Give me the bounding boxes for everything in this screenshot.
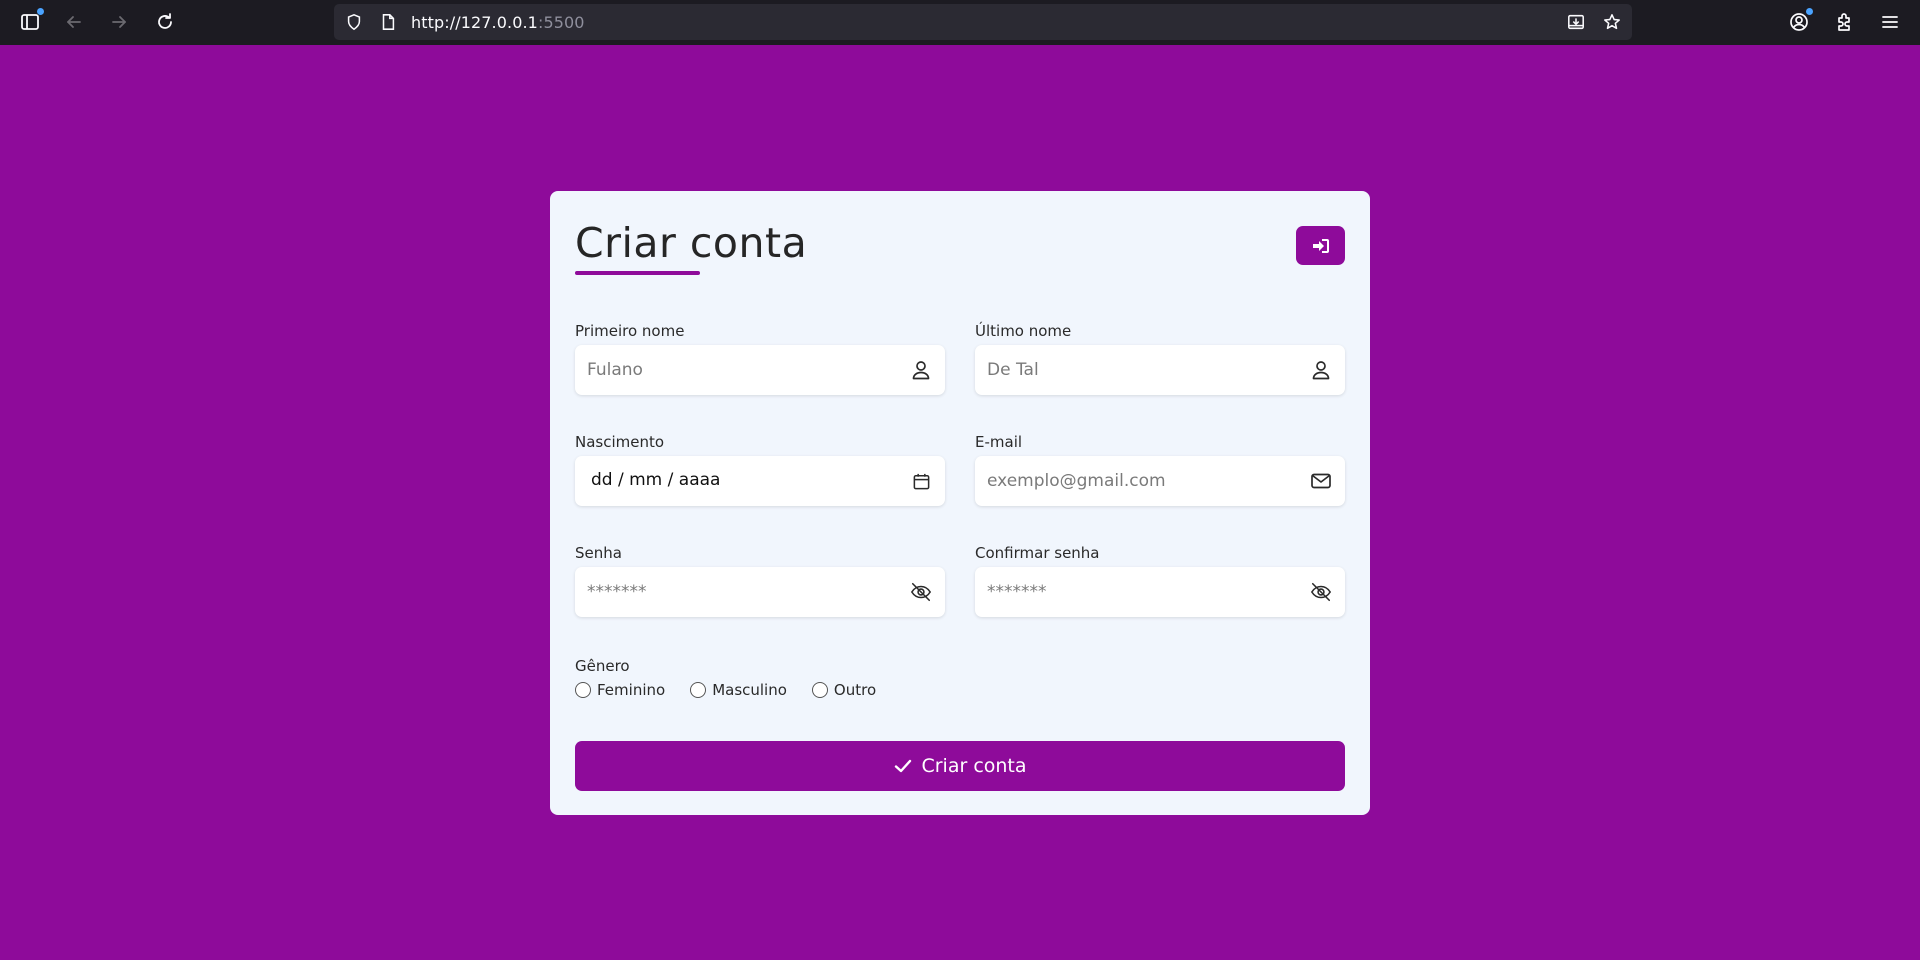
extensions-icon[interactable] xyxy=(1828,6,1862,38)
page-title: Criar conta xyxy=(575,219,808,267)
forward-arrow-icon[interactable] xyxy=(102,6,136,38)
confirm-password-input[interactable] xyxy=(975,567,1345,617)
create-account-button[interactable]: Criar conta xyxy=(575,741,1345,791)
browser-toolbar: http://127.0.0.1:5500 xyxy=(0,0,1920,45)
eye-slash-icon[interactable] xyxy=(910,581,932,603)
birth-date-value[interactable]: dd / mm / aaaa xyxy=(591,470,720,490)
menu-icon[interactable] xyxy=(1873,6,1907,38)
radio-label[interactable]: Masculino xyxy=(712,681,787,699)
password-label: Senha xyxy=(575,544,622,562)
gender-option-masculino[interactable]: Masculino xyxy=(690,681,787,699)
password-input[interactable] xyxy=(575,567,945,617)
email-field: E-mail xyxy=(975,432,1345,506)
first-name-input[interactable] xyxy=(575,345,945,395)
calendar-icon[interactable] xyxy=(910,470,932,492)
radio-button[interactable] xyxy=(811,682,828,698)
notification-dot xyxy=(37,8,44,15)
bookmark-star-icon[interactable] xyxy=(1602,12,1622,32)
sign-in-icon xyxy=(1312,238,1329,253)
radio-label[interactable]: Outro xyxy=(834,681,876,699)
envelope-icon xyxy=(1310,470,1332,492)
check-icon xyxy=(895,759,912,773)
account-notification-dot xyxy=(1806,8,1813,15)
shield-icon[interactable] xyxy=(344,12,364,32)
url-bar[interactable]: http://127.0.0.1:5500 xyxy=(334,4,1632,40)
create-account-label: Criar conta xyxy=(921,755,1027,777)
first-name-label: Primeiro nome xyxy=(575,322,685,340)
eye-slash-icon[interactable] xyxy=(1310,581,1332,603)
confirm-password-label: Confirmar senha xyxy=(975,544,1100,562)
last-name-input[interactable] xyxy=(975,345,1345,395)
title-underline xyxy=(575,271,700,275)
email-input[interactable] xyxy=(975,456,1345,506)
user-icon xyxy=(910,359,932,381)
signup-card: Criar conta Primeiro nome Último nome Na… xyxy=(550,191,1370,815)
radio-label[interactable]: Feminino xyxy=(597,681,665,699)
user-icon xyxy=(1310,359,1332,381)
email-label: E-mail xyxy=(975,433,1023,451)
gender-group: Gênero Feminino Masculino Outro xyxy=(575,656,901,699)
birth-date-input[interactable]: dd / mm / aaaa xyxy=(575,456,945,506)
password-field: Senha xyxy=(575,543,945,617)
last-name-field: Último nome xyxy=(975,321,1345,395)
confirm-password-field: Confirmar senha xyxy=(975,543,1345,617)
gender-label: Gênero xyxy=(575,657,630,675)
birth-date-field: Nascimento dd / mm / aaaa xyxy=(575,432,945,506)
url-text[interactable]: http://127.0.0.1:5500 xyxy=(411,13,585,32)
login-button[interactable] xyxy=(1296,226,1345,265)
last-name-label: Último nome xyxy=(975,322,1072,340)
radio-button[interactable] xyxy=(575,682,591,698)
back-arrow-icon[interactable] xyxy=(57,6,91,38)
reload-icon[interactable] xyxy=(148,6,182,38)
gender-option-outro[interactable]: Outro xyxy=(811,681,876,699)
first-name-field: Primeiro nome xyxy=(575,321,945,395)
birth-date-label: Nascimento xyxy=(575,433,665,451)
gender-option-feminino[interactable]: Feminino xyxy=(575,681,665,699)
page-icon xyxy=(378,12,398,32)
radio-button[interactable] xyxy=(690,682,707,698)
download-page-icon[interactable] xyxy=(1566,12,1586,32)
